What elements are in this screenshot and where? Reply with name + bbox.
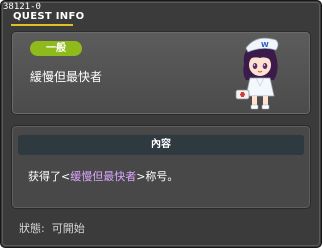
quest-category-badge: 一般 [30, 41, 82, 56]
title-reward-highlight: 缓慢但最快者 [70, 170, 137, 183]
svg-text:W: W [261, 41, 269, 49]
status-label: 狀態: [19, 222, 45, 235]
quest-status-row: 狀態: 可開始 [19, 222, 85, 236]
npc-nurse-portrait-icon: W [235, 37, 279, 110]
window-title: QUEST INFO [13, 11, 85, 22]
quest-description: 获得了<缓慢但最快者>称号。 [28, 170, 178, 184]
title-underline [11, 24, 73, 26]
status-value: 可開始 [51, 222, 85, 235]
quest-content-panel: 內容 获得了<缓慢但最快者>称号。 [11, 125, 311, 209]
content-section-header: 內容 [18, 135, 304, 155]
quest-info-window: 38121-0 QUEST INFO 一般 緩慢但最快者 W 內容 获得了<缓慢… [0, 0, 322, 248]
description-suffix: >称号。 [136, 170, 179, 183]
quest-header-panel: 一般 緩慢但最快者 W [11, 31, 311, 115]
quest-name: 緩慢但最快者 [30, 70, 103, 84]
description-prefix: 获得了< [28, 170, 71, 183]
